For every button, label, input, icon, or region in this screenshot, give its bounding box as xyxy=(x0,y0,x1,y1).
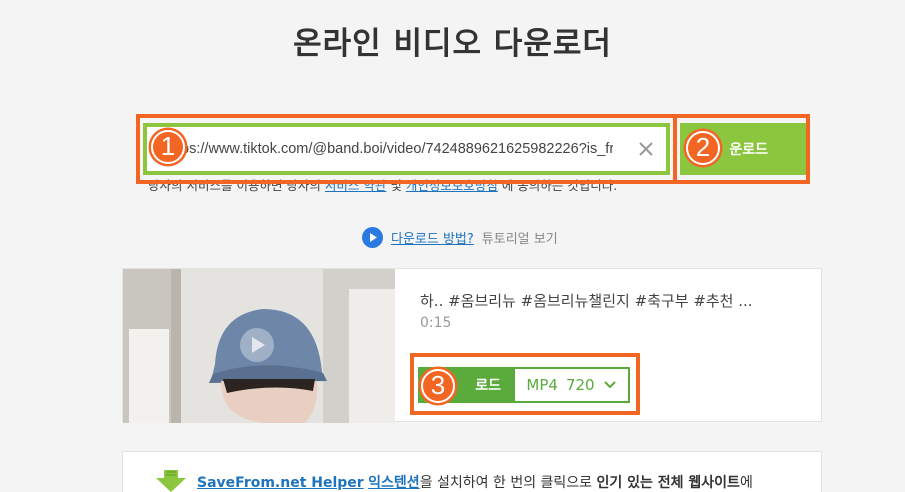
video-duration: 0:15 xyxy=(420,315,452,331)
annotation-number-3: 3 xyxy=(421,369,455,403)
howto-row: 다운로드 방법? 튜토리얼 보기 xyxy=(362,226,558,248)
download-arrow-icon xyxy=(156,470,186,492)
annotation-number-2: 2 xyxy=(686,131,720,165)
helper-text: SaveFrom.net Helper 익스텐션을 설치하여 한 번의 클릭으로… xyxy=(197,472,753,492)
video-thumbnail[interactable] xyxy=(123,269,395,423)
tutorial-text: 튜토리얼 보기 xyxy=(481,231,558,247)
video-title: 하.. #옴브리뉴 #옴브리뉴챌린지 #축구부 #추천 ... xyxy=(420,292,753,310)
helper-text-2: 에 xyxy=(739,475,753,491)
annotation-number-1: 1 xyxy=(151,130,185,164)
howto-link[interactable]: 다운로드 방법? xyxy=(391,228,474,247)
highlight-box-1 xyxy=(136,114,677,184)
play-circle-icon[interactable] xyxy=(362,226,383,248)
extension-link[interactable]: 익스텐션 xyxy=(368,475,420,491)
thumbnail-image xyxy=(123,269,395,423)
helper-text-1: 을 설치하여 한 번의 클릭으로 xyxy=(419,475,597,491)
helper-link[interactable]: SaveFrom.net Helper xyxy=(197,475,364,491)
helper-bold: 인기 있는 전체 웹사이트 xyxy=(596,475,740,491)
page-title: 온라인 비디오 다운로더 xyxy=(293,26,612,62)
